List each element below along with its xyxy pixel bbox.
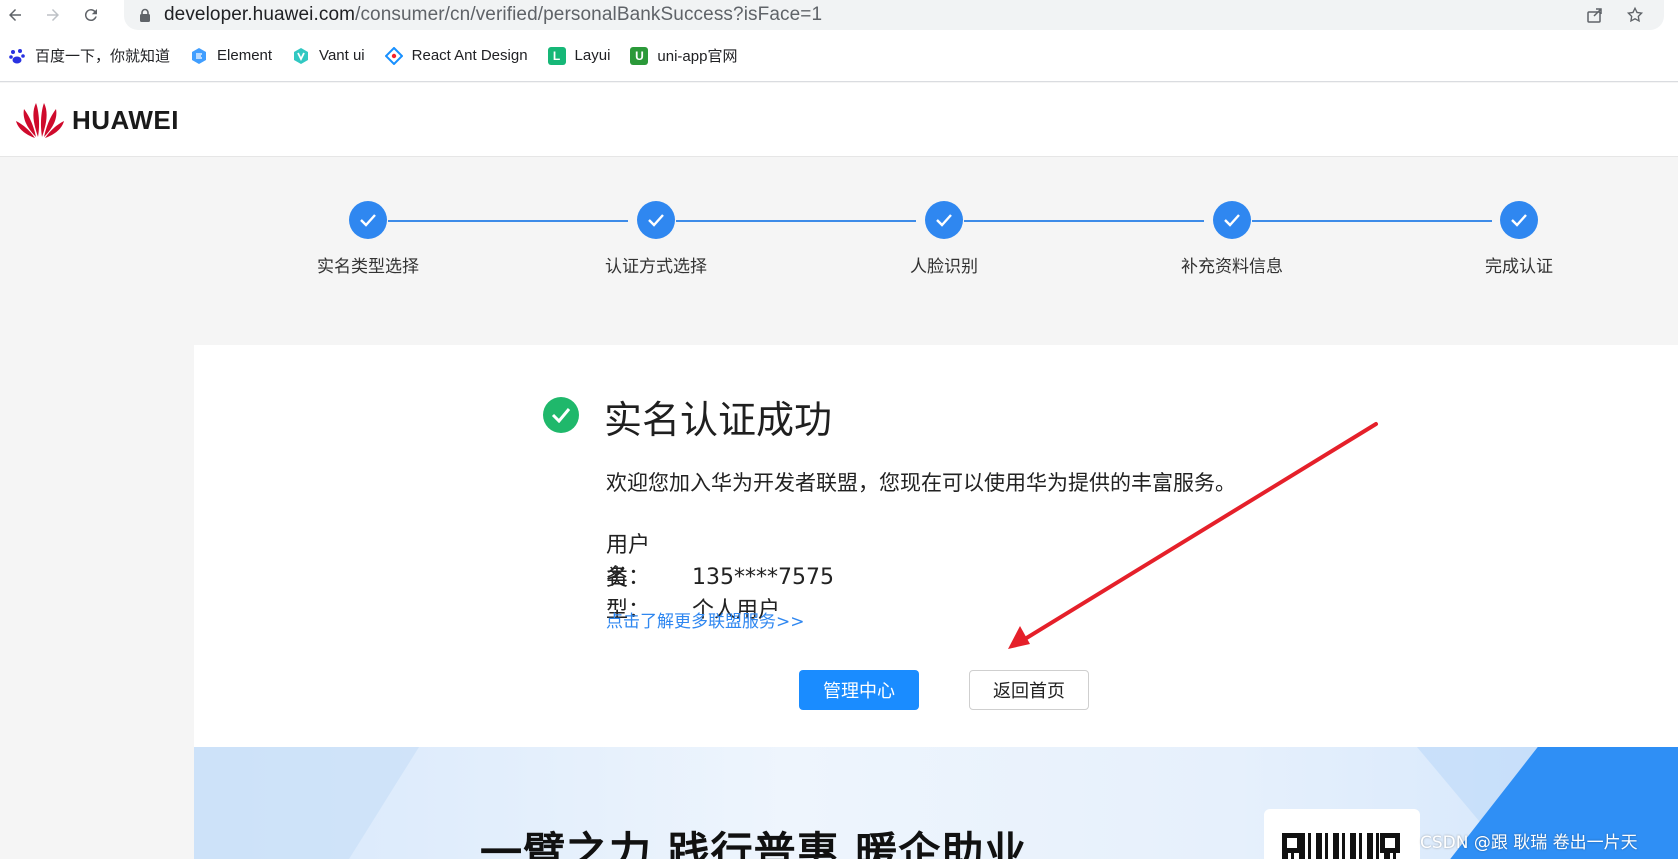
url-text: developer.huawei.com/consumer/cn/verifie… <box>164 4 823 25</box>
browser-toolbar: developer.huawei.com/consumer/cn/verifie… <box>0 0 1678 30</box>
check-icon <box>925 201 963 239</box>
step-label: 认证方式选择 <box>605 257 707 277</box>
bookmarks-bar: 百度一下，你就知道 Element Vant ui React Ant Desi… <box>0 30 1678 82</box>
step-label: 完成认证 <box>1485 257 1553 277</box>
huawei-logo[interactable]: HUAWEI <box>14 101 179 139</box>
bookmark-baidu[interactable]: 百度一下，你就知道 <box>8 45 170 66</box>
qr-corner <box>1380 833 1400 853</box>
banner-slogan: 一臂之力 践行普惠 暖企助业 <box>480 828 1028 859</box>
element-icon <box>190 47 208 65</box>
welcome-text: 欢迎您加入华为开发者联盟，您现在可以使用华为提供的丰富服务。 <box>606 471 1236 495</box>
bookmark-label: uni-app官网 <box>657 48 738 65</box>
success-check-icon <box>543 397 579 433</box>
logo-text: HUAWEI <box>72 104 179 135</box>
baidu-icon <box>8 47 26 65</box>
bookmark-label: Vant ui <box>319 47 365 64</box>
step-item: 认证方式选择 <box>556 201 756 277</box>
management-center-button[interactable]: 管理中心 <box>799 670 919 710</box>
step-item: 补充资料信息 <box>1132 201 1332 277</box>
qr-code <box>1264 809 1420 859</box>
site-header: HUAWEI <box>0 83 1678 157</box>
bookmark-layui[interactable]: L Layui <box>547 46 611 65</box>
huawei-flower-icon <box>16 103 64 138</box>
step-label: 补充资料信息 <box>1181 257 1283 277</box>
vant-icon <box>292 47 310 65</box>
bookmark-label: React Ant Design <box>411 47 528 64</box>
bookmark-uniapp[interactable]: U uni-app官网 <box>630 45 737 66</box>
star-icon[interactable] <box>1624 4 1646 26</box>
more-services-link[interactable]: 点击了解更多联盟服务>> <box>606 607 805 632</box>
bookmark-label: 百度一下，你就知道 <box>35 48 171 65</box>
check-icon <box>1213 201 1251 239</box>
step-label: 人脸识别 <box>910 257 978 277</box>
step-item: 实名类型选择 <box>268 201 468 277</box>
address-bar[interactable]: developer.huawei.com/consumer/cn/verifie… <box>124 0 1664 30</box>
result-card: 实名认证成功 欢迎您加入华为开发者联盟，您现在可以使用华为提供的丰富服务。 用户… <box>194 345 1678 747</box>
banner-decoration <box>194 747 419 859</box>
check-icon <box>1500 201 1538 239</box>
antd-icon <box>384 46 403 65</box>
forward-icon[interactable] <box>42 4 64 26</box>
bookmark-element[interactable]: Element <box>190 47 272 65</box>
reload-icon[interactable] <box>80 4 102 26</box>
bookmark-antd[interactable]: React Ant Design <box>384 46 528 65</box>
check-icon <box>637 201 675 239</box>
layui-icon: L <box>547 46 566 65</box>
step-label: 实名类型选择 <box>317 257 419 277</box>
bookmark-vant[interactable]: Vant ui <box>292 47 365 65</box>
bookmark-label: Element <box>217 47 273 64</box>
back-icon[interactable] <box>4 4 26 26</box>
lock-icon <box>140 8 150 22</box>
bookmark-label: Layui <box>574 47 611 64</box>
step-item: 完成认证 <box>1419 201 1619 277</box>
success-title: 实名认证成功 <box>604 398 833 442</box>
share-icon[interactable] <box>1584 4 1606 26</box>
check-icon <box>349 201 387 239</box>
uniapp-icon: U <box>630 46 649 65</box>
verification-steps: 实名类型选择 认证方式选择 人脸识别 补充资料信息 完成认证 <box>0 195 1678 285</box>
watermark: CSDN @跟 耿瑞 卷出一片天 <box>1420 833 1638 853</box>
qr-corner <box>1282 833 1302 853</box>
step-item: 人脸识别 <box>844 201 1044 277</box>
back-home-button[interactable]: 返回首页 <box>969 670 1089 710</box>
